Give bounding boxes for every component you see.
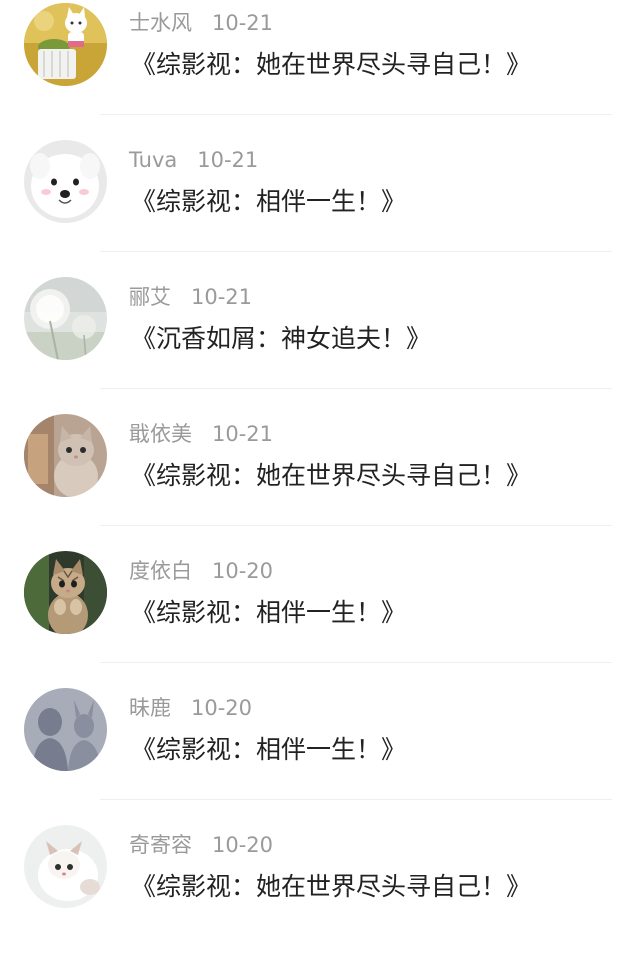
comment-date: 10-21 xyxy=(212,422,274,446)
comment-meta: Tuva 10-21 xyxy=(129,146,258,174)
comment-meta: 度依白 10-20 xyxy=(129,557,273,585)
comment-text: 《综影视：相伴一生！》 xyxy=(131,187,407,216)
comment-text: 《沉香如屑：神女追夫！》 xyxy=(131,324,432,353)
silhouette-avatar-image xyxy=(24,688,107,771)
comment-item[interactable]: 度依白 10-20 《综影视：相伴一生！》 xyxy=(0,548,640,685)
white-kitten-avatar-image xyxy=(24,825,107,908)
comment-text: 《综影视：她在世界尽头寻自己！》 xyxy=(131,872,532,901)
samoyed-dog-avatar-image xyxy=(24,140,107,223)
comment-text: 《综影视：相伴一生！》 xyxy=(131,598,407,627)
comment-text: 《综影视：她在世界尽头寻自己！》 xyxy=(131,461,532,490)
kitten-avatar-image xyxy=(24,414,107,497)
comment-item[interactable]: 昧鹿 10-20 《综影视：相伴一生！》 xyxy=(0,685,640,822)
comment-item[interactable]: 奇寄容 10-20 《综影视：她在世界尽头寻自己！》 xyxy=(0,822,640,959)
username[interactable]: 度依白 xyxy=(129,559,192,583)
cat-toy-avatar-image xyxy=(24,3,107,86)
samoyed-dog-avatar[interactable] xyxy=(24,140,107,223)
kitten-avatar[interactable] xyxy=(24,414,107,497)
comment-date: 10-20 xyxy=(212,833,274,857)
divider xyxy=(100,799,612,800)
comment-item[interactable]: 士水风 10-21 《综影视：她在世界尽头寻自己！》 xyxy=(0,0,640,137)
cat-toy-avatar[interactable] xyxy=(24,3,107,86)
silhouette-avatar[interactable] xyxy=(24,688,107,771)
username[interactable]: 士水风 xyxy=(129,11,192,35)
dandelion-avatar[interactable] xyxy=(24,277,107,360)
divider xyxy=(100,114,612,115)
comment-date: 10-21 xyxy=(191,285,253,309)
comment-meta: 士水风 10-21 xyxy=(129,9,273,37)
comment-text: 《综影视：相伴一生！》 xyxy=(131,735,407,764)
comment-meta: 戢依美 10-21 xyxy=(129,420,273,448)
white-kitten-avatar[interactable] xyxy=(24,825,107,908)
divider xyxy=(100,388,612,389)
username[interactable]: Tuva xyxy=(129,148,177,172)
dandelion-avatar-image xyxy=(24,277,107,360)
comment-meta: 奇寄容 10-20 xyxy=(129,831,273,859)
comment-date: 10-20 xyxy=(191,696,253,720)
divider xyxy=(100,251,612,252)
username[interactable]: 奇寄容 xyxy=(129,833,192,857)
username[interactable]: 昧鹿 xyxy=(129,696,171,720)
comment-date: 10-21 xyxy=(197,148,259,172)
comment-meta: 昧鹿 10-20 xyxy=(129,694,252,722)
divider xyxy=(100,525,612,526)
comment-list: 士水风 10-21 《综影视：她在世界尽头寻自己！》 Tuva 10-21 《综影视… xyxy=(0,0,640,918)
tabby-kitten-avatar[interactable] xyxy=(24,551,107,634)
comment-item[interactable]: Tuva 10-21 《综影视：相伴一生！》 xyxy=(0,137,640,274)
comment-date: 10-20 xyxy=(212,559,274,583)
comment-item[interactable]: 郦艾 10-21 《沉香如屑：神女追夫！》 xyxy=(0,274,640,411)
tabby-kitten-avatar-image xyxy=(24,551,107,634)
username[interactable]: 戢依美 xyxy=(129,422,192,446)
comment-item[interactable]: 戢依美 10-21 《综影视：她在世界尽头寻自己！》 xyxy=(0,411,640,548)
comment-date: 10-21 xyxy=(212,11,274,35)
username[interactable]: 郦艾 xyxy=(129,285,171,309)
divider xyxy=(100,662,612,663)
comment-meta: 郦艾 10-21 xyxy=(129,283,252,311)
comment-text: 《综影视：她在世界尽头寻自己！》 xyxy=(131,50,532,79)
